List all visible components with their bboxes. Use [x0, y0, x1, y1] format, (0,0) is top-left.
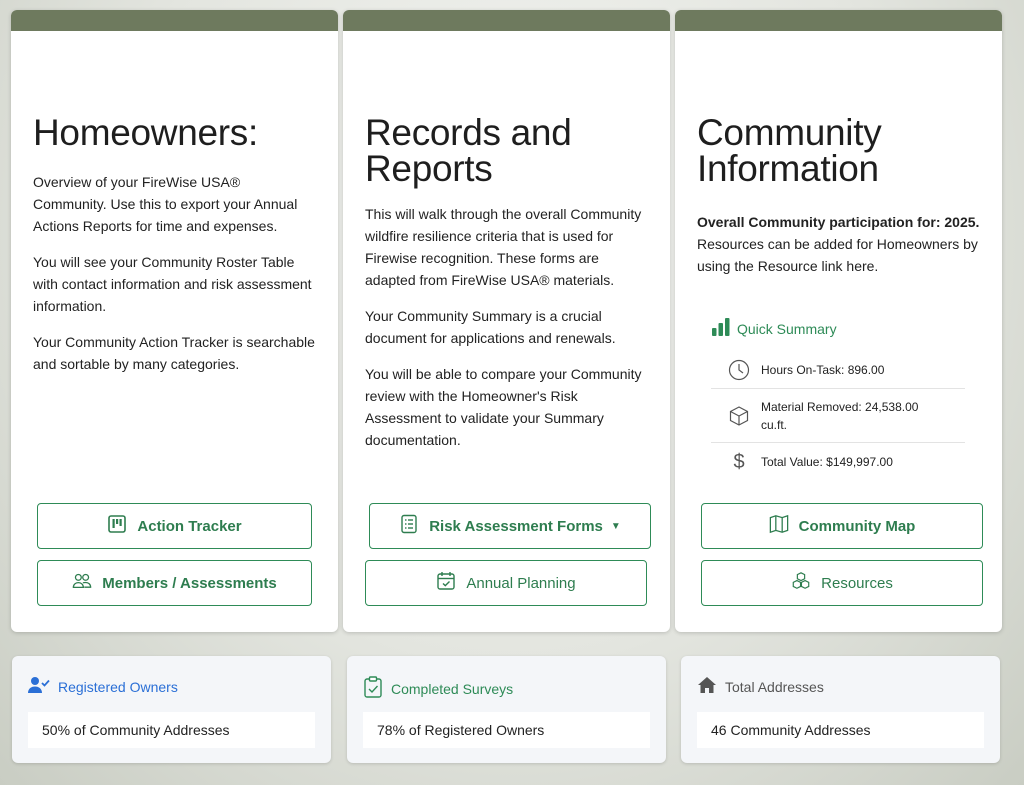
dollar-icon: $	[733, 450, 745, 473]
community-title-line1: Community	[697, 112, 882, 153]
homeowners-paragraph: Your Community Action Tracker is searcha…	[33, 334, 315, 372]
homeowners-card: Homeowners: Overview of your FireWise US…	[11, 10, 338, 632]
box-icon	[727, 405, 751, 427]
community-title-line2: Information	[697, 148, 879, 189]
members-label: Members / Assessments	[102, 574, 277, 592]
records-paragraph: This will walk through the overall Commu…	[365, 206, 642, 288]
quick-summary-label: Quick Summary	[737, 320, 837, 337]
calendar-check-icon	[436, 571, 456, 595]
homeowners-title: Homeowners:	[33, 112, 258, 153]
user-check-icon	[28, 676, 50, 697]
hours-on-task: Hours On-Task: 896.00	[761, 362, 885, 377]
risk-assessment-forms-dropdown[interactable]: Risk Assessment Forms ▼	[369, 503, 651, 549]
total-addresses-stat: Total Addresses 46 Community Addresses	[681, 656, 1000, 763]
completed-surveys-stat: Completed Surveys 78% of Registered Owne…	[347, 656, 666, 763]
list-doc-icon	[399, 514, 419, 538]
records-paragraph: Your Community Summary is a crucial docu…	[365, 308, 616, 346]
resources-label: Resources	[821, 574, 893, 592]
material-row: Material Removed: 24,538.00 cu.ft.	[711, 389, 965, 443]
community-intro: Overall Community participation for: 202…	[697, 211, 980, 277]
records-title-line2: Reports	[365, 148, 493, 189]
registered-owners-header: Registered Owners	[28, 676, 178, 697]
registered-owners-stat: Registered Owners 50% of Community Addre…	[12, 656, 331, 763]
homeowners-paragraph: You will see your Community Roster Table…	[33, 254, 312, 314]
card-header-bar	[675, 10, 1002, 31]
records-title: Records and Reports	[365, 112, 648, 189]
kanban-icon	[107, 514, 127, 538]
records-paragraph: You will be able to compare your Communi…	[365, 366, 642, 448]
records-card: Records and Reports This will walk throu…	[343, 10, 670, 632]
action-tracker-label: Action Tracker	[137, 517, 242, 535]
completed-surveys-value: 78% of Registered Owners	[363, 712, 650, 748]
clock-icon	[727, 359, 751, 381]
risk-forms-label: Risk Assessment Forms	[429, 517, 603, 535]
total-value: Total Value: $149,997.00	[761, 455, 893, 469]
clipboard-check-icon	[363, 676, 383, 701]
annual-planning-button[interactable]: Annual Planning	[365, 560, 647, 606]
bar-chart-icon	[711, 318, 731, 339]
registered-owners-label: Registered Owners	[58, 678, 178, 695]
community-card: Community Information Overall Community …	[675, 10, 1002, 632]
card-header-bar	[11, 10, 338, 31]
people-icon	[72, 571, 92, 595]
total-addresses-value: 46 Community Addresses	[697, 712, 984, 748]
quick-summary: Quick Summary Hours On-Task: 896.00 Mate…	[711, 318, 965, 481]
registered-owners-value: 50% of Community Addresses	[28, 712, 315, 748]
value-row: $ Total Value: $149,997.00	[711, 443, 965, 481]
boxes-icon	[791, 571, 811, 595]
caret-down-icon: ▼	[610, 520, 621, 532]
community-map-label: Community Map	[798, 517, 916, 535]
completed-surveys-label: Completed Surveys	[391, 680, 514, 697]
map-icon	[769, 514, 789, 538]
house-icon	[697, 676, 717, 697]
completed-surveys-header: Completed Surveys	[363, 676, 513, 701]
community-map-button[interactable]: Community Map	[701, 503, 983, 549]
material-removed: Material Removed: 24,538.00 cu.ft.	[761, 399, 919, 432]
records-title-line1: Records and	[365, 112, 572, 153]
action-tracker-button[interactable]: Action Tracker	[37, 503, 312, 549]
intro-rest: Resources can be added for Homeowners by…	[697, 236, 978, 274]
total-addresses-label: Total Addresses	[725, 678, 824, 695]
participation-year: Overall Community participation for: 202…	[697, 214, 980, 230]
homeowners-paragraph: Overview of your FireWise USA® Community…	[33, 174, 298, 234]
resources-button[interactable]: Resources	[701, 560, 983, 606]
hours-row: Hours On-Task: 896.00	[711, 351, 965, 389]
total-addresses-header: Total Addresses	[697, 676, 824, 697]
card-header-bar	[343, 10, 670, 31]
annual-planning-label: Annual Planning	[466, 574, 576, 592]
members-assessments-button[interactable]: Members / Assessments	[37, 560, 312, 606]
community-title: Community Information	[697, 112, 980, 189]
quick-summary-title: Quick Summary	[711, 318, 965, 339]
